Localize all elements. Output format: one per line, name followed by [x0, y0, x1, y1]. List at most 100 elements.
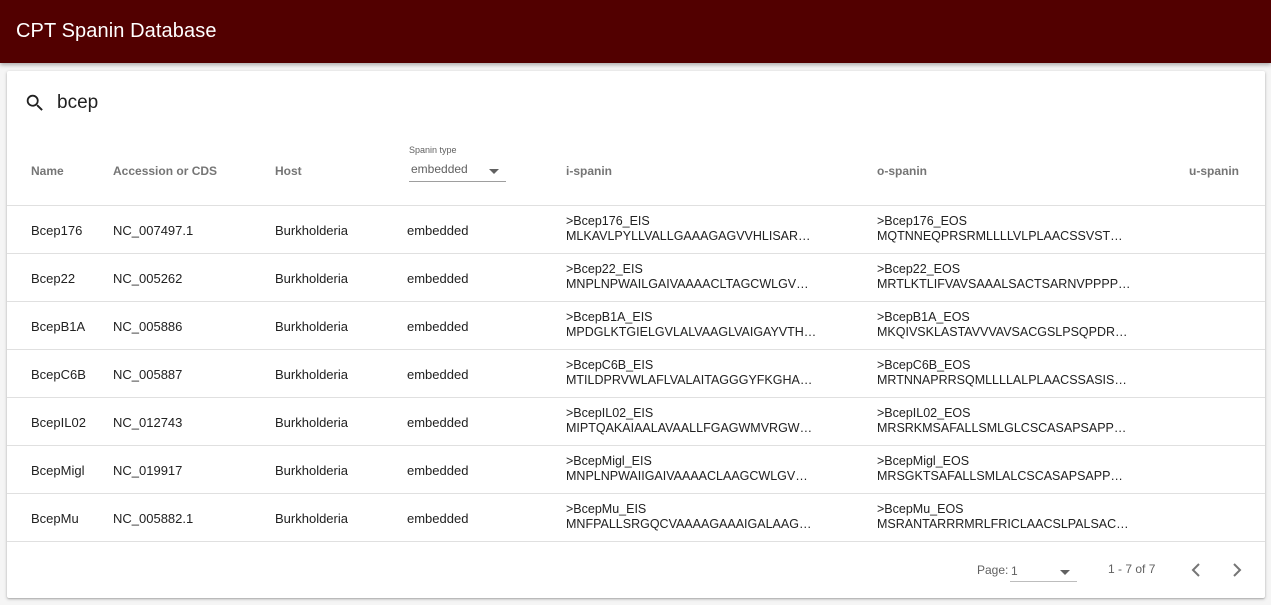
o-spanin-sequence: MRTLKTLIFVAVSAAALSACTSARNVPPPP…: [877, 277, 1131, 291]
cell-accession: NC_005886: [113, 319, 183, 334]
column-header-o-spanin[interactable]: o-spanin: [877, 164, 927, 178]
o-spanin-header: >BcepIL02_EOS: [877, 406, 971, 420]
o-spanin-header: >BcepMu_EOS: [877, 502, 964, 516]
cell-spanin-type: embedded: [407, 319, 469, 334]
cell-o-spanin: >BcepC6B_EOS MRTNNAPRRSQMLLLLALPLAACSSAS…: [877, 358, 1127, 388]
cell-i-spanin: >Bcep22_EIS MNPLNPWAILGAIVAAAACLTAGCWLGV…: [566, 262, 809, 292]
cell-o-spanin: >BcepMigl_EOS MRSGKTSAFALLSMLALCSCASAPSA…: [877, 454, 1123, 484]
i-spanin-header: >BcepB1A_EIS: [566, 310, 653, 324]
cell-spanin-type: embedded: [407, 511, 469, 526]
page-label: Page:: [977, 563, 1009, 577]
chevron-right-icon[interactable]: [1221, 554, 1253, 586]
cell-accession: NC_005887: [113, 367, 183, 382]
cell-spanin-type: embedded: [407, 223, 469, 238]
cell-i-spanin: >BcepIL02_EIS MIPTQAKAIAALAVAALLFGAGWMVR…: [566, 406, 812, 436]
o-spanin-sequence: MRTNNAPRRSQMLLLLALPLAACSSASIS…: [877, 373, 1127, 387]
cell-accession: NC_012743: [113, 415, 183, 430]
i-spanin-sequence: MIPTQAKAIAALAVAALLFGAGWMVRGW…: [566, 421, 813, 435]
column-header-u-spanin[interactable]: u-spanin: [1189, 164, 1239, 178]
cell-i-spanin: >BcepC6B_EIS MTILDPRVWLAFLVALAITAGGGYFKG…: [566, 358, 812, 388]
cell-i-spanin: >BcepMigl_EIS MNPLNPWAIIGAIVAAAACLAAGCWL…: [566, 454, 808, 484]
cell-spanin-type: embedded: [407, 271, 469, 286]
cell-name: BcepB1A: [31, 319, 86, 334]
i-spanin-header: >BcepC6B_EIS: [566, 358, 654, 372]
table-row[interactable]: BcepMigl NC_019917 Burkholderia embedded…: [7, 446, 1265, 494]
cell-host: Burkholderia: [275, 319, 348, 334]
cell-o-spanin: >BcepIL02_EOS MRSRKMSAFALLSMLGLCSCASAPSA…: [877, 406, 1126, 436]
table-row[interactable]: BcepIL02 NC_012743 Burkholderia embedded…: [7, 398, 1265, 446]
i-spanin-header: >Bcep176_EIS: [566, 214, 650, 228]
cell-i-spanin: >BcepMu_EIS MNFPALLSRGQCVAAAAGAAAIGALAAG…: [566, 502, 811, 532]
i-spanin-header: >BcepIL02_EIS: [566, 406, 654, 420]
cell-host: Burkholderia: [275, 271, 348, 286]
o-spanin-sequence: MSRANTARRRMRLFRICLAACSLPALSAC…: [877, 517, 1129, 531]
o-spanin-header: >Bcep22_EOS: [877, 262, 961, 276]
cell-name: BcepC6B: [31, 367, 86, 382]
i-spanin-sequence: MNFPALLSRGQCVAAAAGAAAIGALAAG…: [566, 517, 812, 531]
cell-name: Bcep176: [31, 223, 83, 238]
page-select[interactable]: 1: [1010, 560, 1077, 582]
o-spanin-sequence: MRSRKMSAFALLSMLGLCSCASAPSAPP…: [877, 421, 1127, 435]
table-row[interactable]: Bcep176 NC_007497.1 Burkholderia embedde…: [7, 206, 1265, 254]
cell-name: BcepMigl: [31, 463, 85, 478]
o-spanin-header: >BcepC6B_EOS: [877, 358, 971, 372]
cell-spanin-type: embedded: [407, 415, 469, 430]
pagination: Page: 1 1 - 7 of 7: [7, 542, 1265, 598]
table-row[interactable]: BcepMu NC_005882.1 Burkholderia embedded…: [7, 494, 1265, 542]
app-title: CPT Spanin Database: [16, 20, 217, 42]
i-spanin-sequence: MPDGLKTGIELGVLALVAAGLVAIGAYVTH…: [566, 325, 817, 339]
page-range: 1 - 7 of 7: [1108, 562, 1156, 576]
chevron-down-icon: [1060, 570, 1070, 575]
i-spanin-header: >Bcep22_EIS: [566, 262, 643, 276]
cell-host: Burkholderia: [275, 223, 348, 238]
cell-o-spanin: >Bcep176_EOS MQTNNEQPRSRMLLLLVLPLAACSSVS…: [877, 214, 1123, 244]
o-spanin-sequence: MRSGKTSAFALLSMLALCSCASAPSAPP…: [877, 469, 1123, 483]
cell-accession: NC_005882.1: [113, 511, 194, 526]
cell-host: Burkholderia: [275, 511, 348, 526]
cell-spanin-type: embedded: [407, 463, 469, 478]
cell-accession: NC_005262: [113, 271, 183, 286]
results-card: Name Accession or CDS Host Spanin type e…: [7, 71, 1265, 598]
o-spanin-header: >Bcep176_EOS: [877, 214, 967, 228]
o-spanin-header: >BcepMigl_EOS: [877, 454, 970, 468]
i-spanin-sequence: MTILDPRVWLAFLVALAITAGGGYFKGHA…: [566, 373, 813, 387]
chevron-left-icon[interactable]: [1180, 554, 1212, 586]
cell-name: Bcep22: [31, 271, 76, 286]
o-spanin-header: >BcepB1A_EOS: [877, 310, 970, 324]
spanin-type-select[interactable]: embedded: [409, 160, 506, 182]
i-spanin-header: >BcepMu_EIS: [566, 502, 647, 516]
i-spanin-sequence: MNPLNPWAIIGAIVAAAACLAAGCWLGV…: [566, 469, 808, 483]
table-row[interactable]: BcepC6B NC_005887 Burkholderia embedded …: [7, 350, 1265, 398]
cell-accession: NC_007497.1: [113, 223, 194, 238]
o-spanin-sequence: MKQIVSKLASTAVVVAVSACGSLPSQPDR…: [877, 325, 1128, 339]
search-icon: [26, 94, 43, 111]
i-spanin-sequence: MLKAVLPYLLVALLGAAAGAGVVHLISAR…: [566, 229, 811, 243]
page-value: 1: [1011, 564, 1018, 578]
app-bar: CPT Spanin Database: [0, 0, 1271, 63]
cell-host: Burkholderia: [275, 415, 348, 430]
column-header-i-spanin[interactable]: i-spanin: [566, 164, 612, 178]
cell-name: BcepMu: [31, 511, 79, 526]
table-row[interactable]: Bcep22 NC_005262 Burkholderia embedded >…: [7, 254, 1265, 302]
column-header-name[interactable]: Name: [31, 164, 64, 178]
column-header-accession[interactable]: Accession or CDS: [113, 164, 217, 178]
cell-o-spanin: >BcepMu_EOS MSRANTARRRMRLFRICLAACSLPALSA…: [877, 502, 1129, 532]
column-header-host[interactable]: Host: [275, 164, 302, 178]
search-input[interactable]: [57, 89, 457, 117]
table-row[interactable]: BcepB1A NC_005886 Burkholderia embedded …: [7, 302, 1265, 350]
cell-accession: NC_019917: [113, 463, 183, 478]
spanin-type-value: embedded: [411, 162, 468, 176]
cell-i-spanin: >Bcep176_EIS MLKAVLPYLLVALLGAAAGAGVVHLIS…: [566, 214, 811, 244]
cell-spanin-type: embedded: [407, 367, 469, 382]
cell-o-spanin: >BcepB1A_EOS MKQIVSKLASTAVVVAVSACGSLPSQP…: [877, 310, 1128, 340]
spanin-type-label: Spanin type: [409, 145, 457, 155]
i-spanin-header: >BcepMigl_EIS: [566, 454, 652, 468]
o-spanin-sequence: MQTNNEQPRSRMLLLLVLPLAACSSVST…: [877, 229, 1123, 243]
cell-o-spanin: >Bcep22_EOS MRTLKTLIFVAVSAAALSACTSARNVPP…: [877, 262, 1131, 292]
cell-i-spanin: >BcepB1A_EIS MPDGLKTGIELGVLALVAAGLVAIGAY…: [566, 310, 816, 340]
i-spanin-sequence: MNPLNPWAILGAIVAAAACLTAGCWLGV…: [566, 277, 809, 291]
table-header: Name Accession or CDS Host Spanin type e…: [7, 135, 1265, 206]
chevron-down-icon: [489, 169, 499, 174]
cell-host: Burkholderia: [275, 463, 348, 478]
cell-name: BcepIL02: [31, 415, 86, 430]
